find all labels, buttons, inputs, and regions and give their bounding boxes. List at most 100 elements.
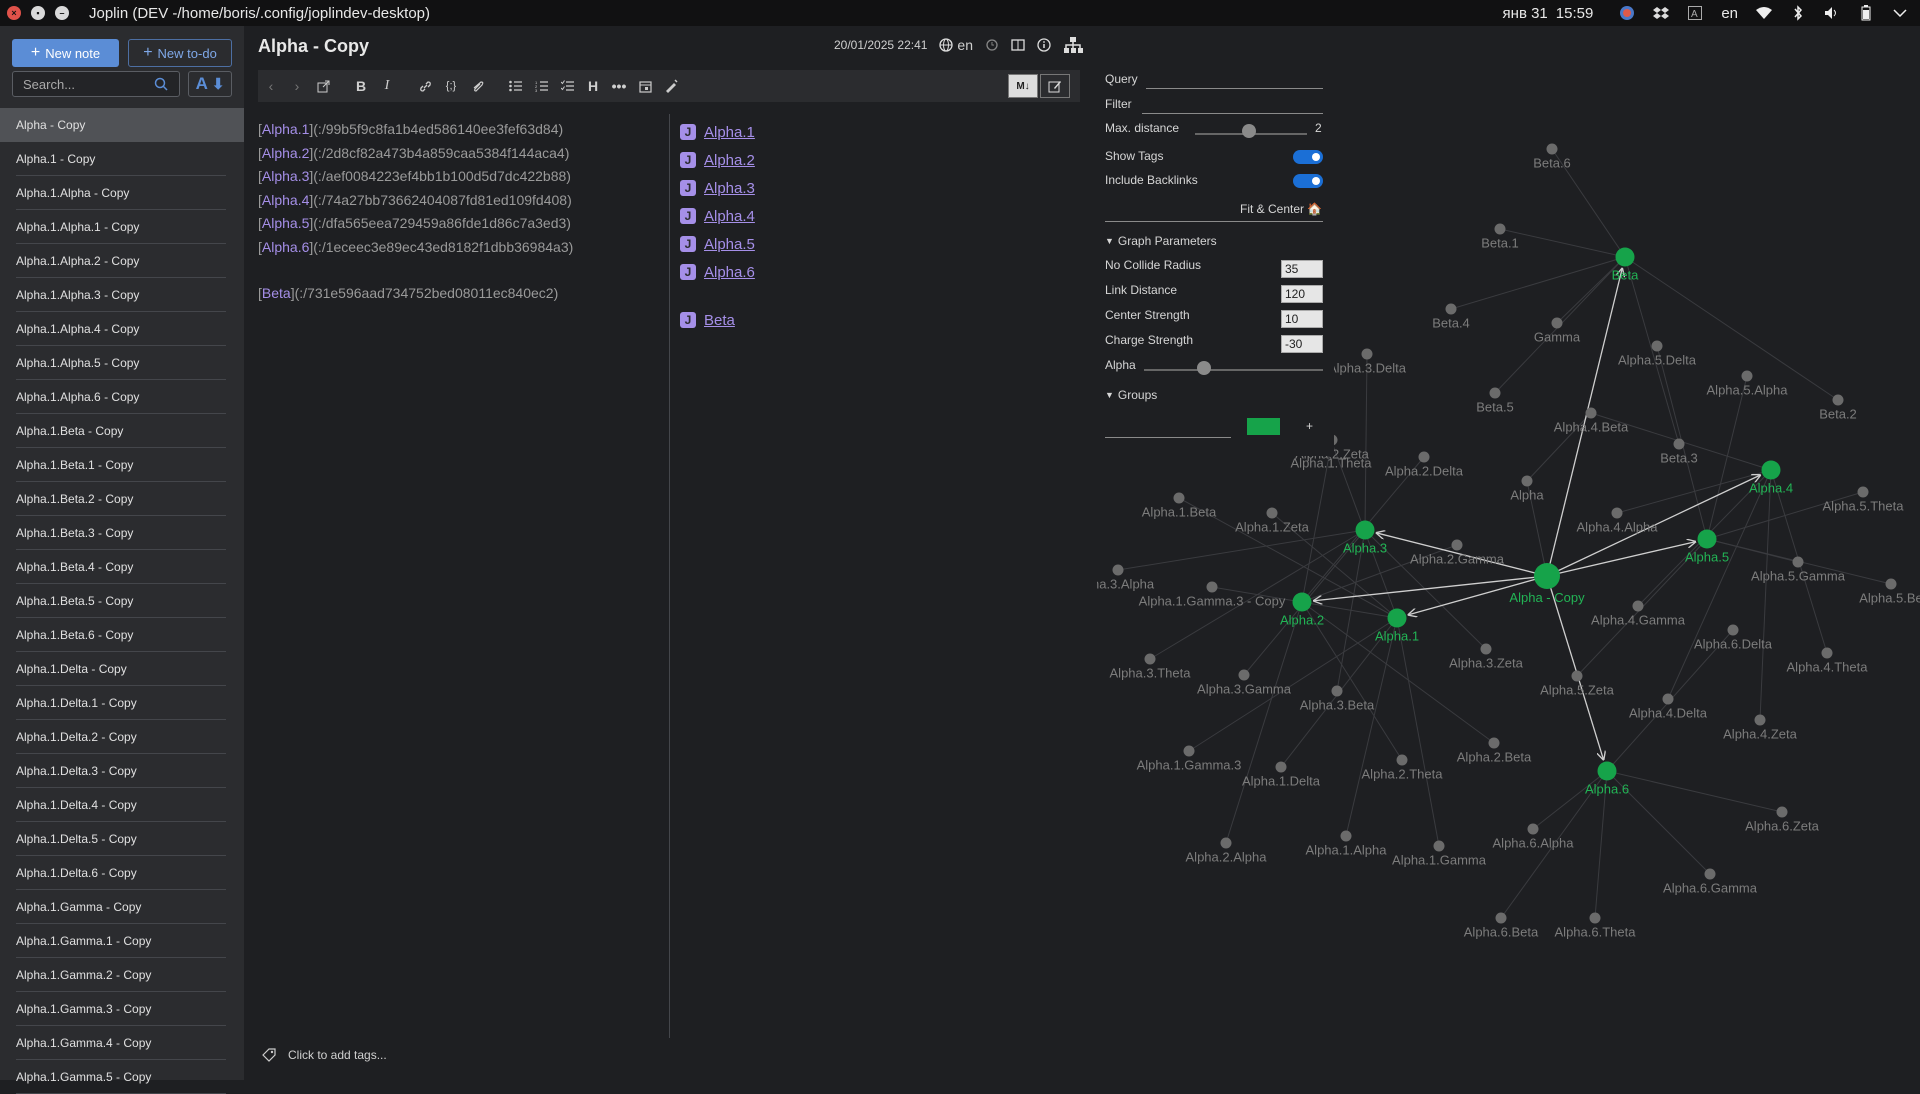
graph-node[interactable]: Alpha.2.Gamma xyxy=(1410,539,1505,567)
note-list-item[interactable]: Alpha.1.Gamma.5 - Copy xyxy=(0,1060,244,1094)
note-list-item[interactable]: Alpha.1.Beta - Copy xyxy=(0,414,244,448)
graph-node-dot[interactable] xyxy=(1183,745,1195,757)
numbered-list-icon[interactable]: 123 xyxy=(528,73,554,99)
graph-node[interactable]: Alpha.6.Delta xyxy=(1694,624,1773,652)
graph-node-dot[interactable] xyxy=(1776,806,1788,818)
note-list-item[interactable]: Alpha.1.Beta.3 - Copy xyxy=(0,516,244,550)
forward-icon[interactable]: › xyxy=(284,73,310,99)
graph-node[interactable]: Alpha.5.Alpha xyxy=(1707,370,1789,398)
graph-node-dot[interactable] xyxy=(1112,564,1124,576)
groups-toggle[interactable]: ▼ Groups xyxy=(1105,385,1157,405)
note-list-item[interactable]: Alpha.1.Gamma - Copy xyxy=(0,890,244,924)
graph-node[interactable]: Alpha.4.Beta xyxy=(1554,407,1629,435)
add-group-button[interactable]: + xyxy=(1306,416,1313,436)
graph-node-dot[interactable] xyxy=(1741,370,1753,382)
note-list-item[interactable]: Alpha.1.Beta.5 - Copy xyxy=(0,584,244,618)
graph-node-dot[interactable] xyxy=(1340,830,1352,842)
graph-node-dot[interactable] xyxy=(1445,303,1457,315)
graph-node-dot[interactable] xyxy=(1632,600,1644,612)
graph-node[interactable]: Alpha.2 xyxy=(1280,592,1324,628)
graph-node-dot[interactable] xyxy=(1704,868,1716,880)
graph-node-dot[interactable] xyxy=(1792,556,1804,568)
layout-toggle-icon[interactable] xyxy=(1011,38,1025,52)
graph-node-dot[interactable] xyxy=(1611,507,1623,519)
add-tags-label[interactable]: Click to add tags... xyxy=(288,1048,387,1062)
fit-center-button[interactable]: Fit & Center 🏠 xyxy=(1240,199,1322,219)
checklist-icon[interactable] xyxy=(554,73,580,99)
graph-node[interactable]: Alpha.4.Zeta xyxy=(1723,714,1798,742)
graph-node-dot[interactable] xyxy=(1396,754,1408,766)
graph-node[interactable]: Alpha.4.Theta xyxy=(1787,647,1869,675)
search-icon[interactable] xyxy=(154,77,168,91)
note-list-item[interactable]: Alpha.1.Alpha.2 - Copy xyxy=(0,244,244,278)
graph-node[interactable]: Alpha.2.Beta xyxy=(1457,737,1532,765)
viewer-link[interactable]: Beta xyxy=(704,312,735,329)
tray-lang[interactable]: en xyxy=(1721,5,1738,22)
show-tags-toggle[interactable] xyxy=(1293,150,1323,164)
maximize-window-button[interactable]: ▪ xyxy=(31,6,45,20)
note-list-item[interactable]: Alpha.1.Gamma.3 - Copy xyxy=(0,992,244,1026)
viewer-link[interactable]: Alpha.6 xyxy=(704,264,755,281)
graph-node[interactable]: Alpha.2.Alpha xyxy=(1186,837,1268,865)
spellcheck-language[interactable]: en xyxy=(939,37,973,53)
graph-node-dot[interactable] xyxy=(1697,529,1717,549)
note-list-item[interactable]: Alpha.1.Gamma.1 - Copy xyxy=(0,924,244,958)
graph-node[interactable]: Alpha.5.Theta xyxy=(1823,486,1905,514)
graph-node[interactable]: Alpha.6.Theta xyxy=(1555,912,1637,940)
code-icon[interactable]: {;} xyxy=(438,73,464,99)
viewer-link[interactable]: Alpha.2 xyxy=(704,152,755,169)
note-list-item[interactable]: Alpha.1.Delta.2 - Copy xyxy=(0,720,244,754)
graph-node-dot[interactable] xyxy=(1597,761,1617,781)
graph-node[interactable]: Gamma xyxy=(1534,317,1581,345)
note-list-item[interactable]: Alpha.1.Delta - Copy xyxy=(0,652,244,686)
graph-node[interactable]: Alpha.2.Theta xyxy=(1362,754,1444,782)
graph-node-dot[interactable] xyxy=(1495,912,1507,924)
tags-bar[interactable]: Click to add tags... xyxy=(262,1048,387,1062)
volume-icon[interactable] xyxy=(1824,5,1840,21)
note-list-item[interactable]: Alpha.1.Beta.6 - Copy xyxy=(0,618,244,652)
graph-node[interactable]: Alpha.6.Zeta xyxy=(1745,806,1820,834)
graph-node-dot[interactable] xyxy=(1238,669,1250,681)
graph-node-dot[interactable] xyxy=(1651,340,1663,352)
graph-node-dot[interactable] xyxy=(1220,837,1232,849)
graph-node-dot[interactable] xyxy=(1885,578,1897,590)
graph-node-dot[interactable] xyxy=(1275,761,1287,773)
graph-view-icon[interactable] xyxy=(1063,36,1083,54)
graph-node[interactable]: Alpha.3.Gamma xyxy=(1197,669,1292,697)
viewer-link[interactable]: Alpha.5 xyxy=(704,236,755,253)
close-window-button[interactable]: × xyxy=(7,6,21,20)
markdown-link-line[interactable]: [Alpha.4](:/74a27bb73662404087fd81ed109f… xyxy=(258,189,668,213)
note-list-item[interactable]: Alpha.1.Beta.4 - Copy xyxy=(0,550,244,584)
graph-node[interactable]: Alpha.5.Be xyxy=(1859,578,1920,606)
spellcheck-icon[interactable] xyxy=(658,73,684,99)
graph-node-dot[interactable] xyxy=(1521,475,1533,487)
graph-node[interactable]: Alpha xyxy=(1510,475,1544,503)
graph-node[interactable]: Alpha.3.Zeta xyxy=(1449,643,1524,671)
graph-node[interactable]: Alpha.2.Delta xyxy=(1385,451,1464,479)
query-input[interactable] xyxy=(1146,88,1323,89)
graph-node[interactable]: Alpha.3.Delta xyxy=(1328,348,1407,376)
bullet-list-icon[interactable] xyxy=(502,73,528,99)
note-list-item[interactable]: Alpha.1.Gamma.2 - Copy xyxy=(0,958,244,992)
graph-node-dot[interactable] xyxy=(1494,223,1506,235)
link-icon[interactable] xyxy=(412,73,438,99)
battery-icon[interactable] xyxy=(1858,5,1874,21)
minimize-window-button[interactable]: – xyxy=(55,6,69,20)
graph-node-dot[interactable] xyxy=(1821,647,1833,659)
graph-node-dot[interactable] xyxy=(1144,653,1156,665)
graph-node[interactable]: Beta.4 xyxy=(1432,303,1470,331)
graph-node-dot[interactable] xyxy=(1331,685,1343,697)
power-menu-icon[interactable] xyxy=(1892,5,1908,21)
note-list-item[interactable]: Alpha.1.Delta.3 - Copy xyxy=(0,754,244,788)
alpha-thumb[interactable] xyxy=(1197,361,1211,375)
graph-node[interactable]: Alpha.6.Beta xyxy=(1464,912,1539,940)
graph-node[interactable]: Beta xyxy=(1612,247,1640,283)
note-list-item[interactable]: Alpha.1.Alpha.3 - Copy xyxy=(0,278,244,312)
graph-node-dot[interactable] xyxy=(1832,394,1844,406)
graph-node[interactable]: Alpha.1.Gamma.3 - Copy xyxy=(1139,581,1286,609)
graph-node-dot[interactable] xyxy=(1673,438,1685,450)
graph-node-dot[interactable] xyxy=(1206,581,1218,593)
globe-app-icon[interactable] xyxy=(1619,5,1635,21)
info-icon[interactable] xyxy=(1037,38,1051,52)
external-edit-icon[interactable] xyxy=(310,73,336,99)
